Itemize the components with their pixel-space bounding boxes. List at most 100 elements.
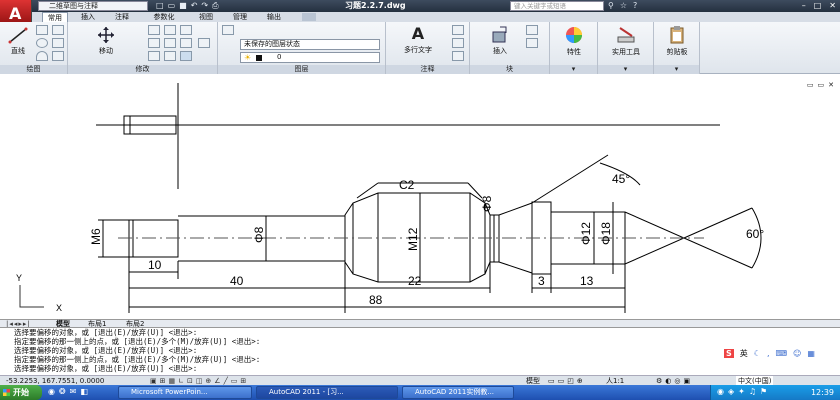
minimize-icon[interactable]: – (802, 0, 806, 12)
mtext-button[interactable]: A 多行文字 (396, 24, 440, 55)
arc-icon[interactable] (36, 51, 48, 61)
ribbon-toggle-icon[interactable] (302, 13, 316, 21)
tab-view[interactable]: 视图 (194, 12, 218, 22)
open-icon[interactable]: ▭ (168, 0, 176, 12)
plot-icon[interactable]: ⎙ (212, 0, 218, 12)
color-wheel-icon (566, 27, 582, 43)
draw-panel: 直线 绘图 (0, 22, 68, 74)
copy-icon[interactable] (148, 38, 160, 48)
tab-annotate[interactable]: 注释 (110, 12, 134, 22)
window-controls: – □ ✕ (802, 0, 836, 12)
status-bar: -53.2253, 167.7551, 0.0000 ▣⊞▦∟⊡◫⊕∠╱▭⊞ 模… (0, 375, 840, 386)
modify-panel: 移动 修改 (68, 22, 218, 74)
dim-c2: C2 (399, 178, 415, 192)
file-title: 习题2.2.7.dwg (345, 1, 406, 10)
task-autocad-tutorial[interactable]: AutoCAD 2011实例教... (402, 386, 514, 399)
punct-icon[interactable]: , (767, 349, 770, 358)
clipboard-button[interactable]: 剪贴板 (656, 25, 698, 57)
star-icon[interactable]: ☆ (620, 0, 627, 12)
tray-icons[interactable]: ◉◈✦♫⚑ (717, 387, 771, 396)
layer-properties-icon[interactable] (222, 25, 234, 35)
erase-icon[interactable] (180, 25, 192, 35)
stretch-icon[interactable] (148, 51, 160, 61)
trim-icon[interactable] (164, 25, 176, 35)
command-prompt-line: 选择要偏移的对象，或 [退出(E)/放弃(U)] <退出>: (14, 364, 198, 373)
rectangle-icon[interactable] (52, 25, 64, 35)
move-button[interactable]: 移动 (92, 26, 120, 56)
utilities-panel-label[interactable]: ▾ (598, 65, 653, 74)
draw-panel-label[interactable]: 绘图 (0, 65, 67, 74)
drawing-canvas[interactable]: ▭ ▭ ✕ C2 45° 60° M6 Φ8 M12 Φ8 Φ12 Φ18 10… (0, 75, 840, 319)
scale-icon[interactable] (164, 51, 176, 61)
insert-button[interactable]: 插入 (484, 26, 516, 56)
tab-home[interactable]: 常用 (42, 12, 68, 22)
utilities-button[interactable]: 实用工具 (602, 25, 650, 57)
undo-icon[interactable]: ↶ (191, 0, 198, 12)
dim-40: 40 (230, 274, 244, 288)
create-block-icon[interactable] (526, 25, 538, 35)
properties-button[interactable]: 特性 (554, 25, 594, 57)
tab-manage[interactable]: 管理 (228, 12, 252, 22)
polyline-icon[interactable] (36, 25, 48, 35)
dim-13: 13 (580, 274, 594, 288)
dim-d18: Φ18 (599, 222, 613, 245)
rotate-icon[interactable] (148, 25, 160, 35)
leader-icon[interactable] (452, 38, 464, 48)
offset-icon[interactable] (180, 51, 192, 61)
task-powerpoint[interactable]: Microsoft PowerPoin... (118, 386, 252, 399)
search-input[interactable]: 键入关键字或短语 (510, 1, 604, 11)
clock[interactable]: 12:39 (811, 385, 834, 400)
command-line[interactable]: 选择要偏移的对象，或 [退出(E)/放弃(U)] <退出>: 指定要偏移的那一侧… (0, 327, 840, 375)
sogou-logo-icon[interactable]: S (724, 348, 734, 358)
block-panel: 插入 块 (470, 22, 550, 74)
circle-icon[interactable] (36, 38, 48, 48)
move-label: 移动 (99, 47, 113, 55)
layers-panel-label[interactable]: 图层 (218, 65, 385, 74)
user-icon[interactable]: ☺ (793, 349, 801, 358)
annotation-panel-label[interactable]: 注释 (386, 65, 469, 74)
dim-3: 3 (538, 274, 545, 288)
save-icon[interactable]: ■ (179, 0, 187, 12)
binoculars-icon[interactable]: ⚲ (608, 0, 614, 12)
hatch-icon[interactable] (52, 38, 64, 48)
array-icon[interactable] (198, 38, 210, 48)
redo-icon[interactable]: ↷ (201, 0, 208, 12)
tab-parametric[interactable]: 参数化 (146, 12, 182, 22)
modify-panel-label[interactable]: 修改 (68, 65, 217, 74)
workspace-selector[interactable]: 二维草图与注释 (38, 1, 148, 11)
start-button[interactable]: 开始 (0, 385, 42, 400)
cad-drawing: C2 45° 60° M6 Φ8 M12 Φ8 Φ12 Φ18 10 40 22… (16, 83, 764, 313)
help-icon[interactable]: ? (633, 0, 637, 12)
mirror-icon[interactable] (164, 38, 176, 48)
ribbon: 直线 绘图 移动 修改 未保存的图层状态 0 ☀ 图层 A 多行文字 注释 插入… (0, 22, 840, 74)
moon-icon[interactable]: ☾ (754, 349, 761, 358)
close-icon[interactable]: ✕ (829, 0, 836, 12)
dimension-icon[interactable] (452, 25, 464, 35)
tab-insert[interactable]: 插入 (76, 12, 100, 22)
quick-launch-icons[interactable]: ◉❂✉◧ (48, 387, 92, 396)
command-history-line: 指定要偏移的那一侧上的点，或 [退出(E)/多个(M)/放弃(U)] <退出>: (14, 355, 261, 364)
ime-lang-indicator[interactable]: 英 (740, 348, 748, 359)
grid-icon[interactable]: ▦ (807, 349, 815, 358)
line-button[interactable]: 直线 (4, 26, 32, 56)
clipboard-panel-label[interactable]: ▾ (654, 65, 699, 74)
edit-block-icon[interactable] (526, 38, 538, 48)
dim-d8-a: Φ8 (252, 226, 266, 243)
ellipse-icon[interactable] (52, 51, 64, 61)
table-icon[interactable] (452, 51, 464, 61)
command-history-line: 选择要偏移的对象，或 [退出(E)/放弃(U)] <退出>: (14, 346, 198, 355)
dim-10: 10 (148, 258, 162, 272)
block-panel-label[interactable]: 块 (470, 65, 549, 74)
ime-toolbar: S 英 ☾ , ⌨ ☺ ▦ (720, 346, 840, 360)
maximize-icon[interactable]: □ (814, 0, 822, 12)
new-icon[interactable]: □ (156, 0, 164, 12)
insert-label: 插入 (493, 47, 507, 55)
tab-output[interactable]: 输出 (262, 12, 286, 22)
properties-panel-label[interactable]: ▾ (550, 65, 597, 74)
layer-state-combo[interactable]: 未保存的图层状态 (240, 39, 380, 50)
fillet-icon[interactable] (180, 38, 192, 48)
utilities-label: 实用工具 (612, 48, 640, 56)
task-autocad-active[interactable]: AutoCAD 2011 - [习... (256, 386, 398, 399)
keyboard-icon[interactable]: ⌨ (775, 349, 787, 358)
taskbar: 开始 ◉❂✉◧ Microsoft PowerPoin... AutoCAD 2… (0, 385, 840, 400)
